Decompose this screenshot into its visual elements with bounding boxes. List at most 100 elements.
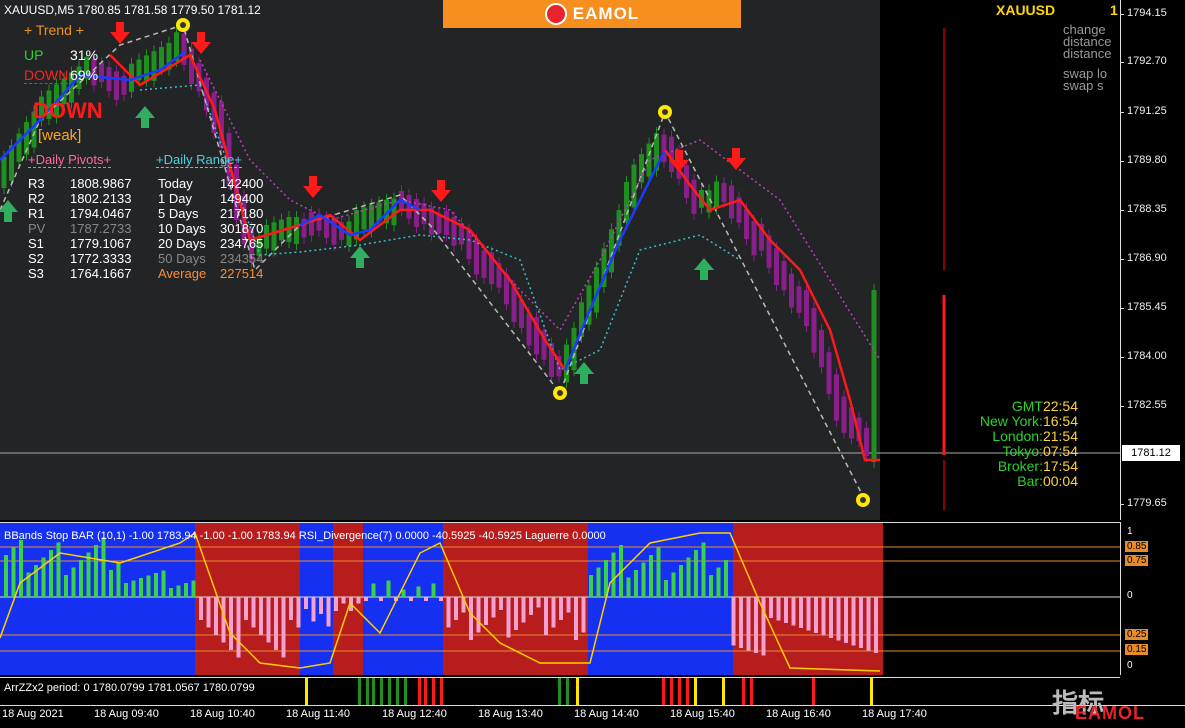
- histogram-bar: [656, 547, 661, 597]
- candle-body: [624, 182, 629, 223]
- sell-arrow-icon: [110, 22, 130, 44]
- clock-broker: Broker:17:54: [997, 458, 1078, 474]
- zigzag-bar: [380, 678, 383, 705]
- candle-body: [751, 221, 757, 256]
- histogram-bar: [266, 597, 271, 643]
- zigzag-bar: [432, 678, 435, 705]
- histogram-bar: [589, 575, 593, 597]
- histogram-bar: [874, 597, 878, 653]
- histogram-bar: [191, 580, 196, 597]
- histogram-bar: [641, 562, 646, 597]
- trend-down-label: DOWN: [24, 67, 69, 84]
- histogram-bar: [574, 597, 578, 640]
- candle-body: [789, 273, 794, 308]
- histogram-bar: [214, 597, 218, 635]
- pivot-name: PV: [28, 221, 46, 236]
- histogram-bar: [844, 597, 848, 643]
- histogram-bar: [836, 597, 841, 641]
- scale-tick: 1: [1127, 526, 1133, 537]
- time-label: 18 Aug 09:40: [94, 708, 159, 720]
- sell-arrow-icon: [431, 180, 451, 202]
- candle-body: [144, 55, 149, 81]
- range-value: 142400: [220, 176, 264, 191]
- histogram-bar: [206, 597, 211, 628]
- trend-up-label: UP: [24, 47, 44, 63]
- histogram-bar: [559, 597, 563, 620]
- range-name: 20 Days: [158, 236, 206, 251]
- candle-body: [811, 308, 817, 353]
- histogram-bar: [521, 597, 526, 623]
- histogram-bar: [544, 597, 548, 635]
- daily-range-title: +Daily Range+: [156, 152, 242, 168]
- pivot-value: 1787.2733: [70, 221, 132, 236]
- clock-gmt: GMT22:54: [1011, 398, 1078, 414]
- time-label: 18 Aug 17:40: [862, 708, 927, 720]
- price-tick: 1784.00: [1120, 350, 1167, 362]
- pivot-name: S3: [28, 266, 44, 281]
- zigzag-bar: [372, 678, 375, 705]
- histogram-bar: [281, 597, 286, 658]
- histogram-bar: [431, 583, 436, 597]
- scale-tick: 0.15: [1125, 644, 1149, 655]
- range-name: 5 Days: [158, 206, 199, 221]
- histogram-bar: [416, 586, 421, 597]
- histogram-bar: [694, 550, 698, 597]
- histogram-bar: [71, 567, 76, 597]
- histogram-bar: [799, 597, 803, 628]
- histogram-bar: [611, 552, 616, 597]
- buy-arrow-icon: [574, 362, 594, 384]
- histogram-bar: [476, 597, 481, 633]
- candle-body: [744, 209, 749, 239]
- candle-body: [841, 396, 847, 433]
- candle-body: [444, 210, 449, 235]
- range-value: 301870: [220, 221, 264, 236]
- candle-body: [819, 330, 824, 368]
- zigzag-bar: [404, 678, 407, 705]
- candle-body: [691, 179, 697, 214]
- scale-tick: 0: [1127, 660, 1133, 671]
- histogram-bar: [274, 597, 278, 650]
- trend-up-value: 31%: [70, 47, 99, 63]
- histogram-bar: [356, 597, 361, 604]
- pivot-value: 1808.9867: [70, 176, 132, 191]
- candle-body: [804, 290, 809, 326]
- clock-tokyo: Tokyo:07:54: [1002, 443, 1078, 459]
- histogram-bar: [731, 597, 736, 646]
- histogram-bar: [11, 547, 16, 597]
- pivot-value: 1779.1067: [70, 236, 132, 251]
- range-name: 1 Day: [158, 191, 192, 206]
- brand-banner: EAMOL: [443, 0, 741, 28]
- candle-body: [631, 164, 637, 208]
- histogram-bar: [814, 597, 818, 633]
- price-tick: 1786.90: [1120, 252, 1167, 264]
- histogram-bar: [446, 597, 451, 628]
- zigzag-bar: [686, 678, 689, 705]
- range-name: 50 Days: [158, 251, 206, 266]
- price-scale[interactable]: 1794.15 1792.70 1791.25 1789.80 1788.35 …: [1120, 0, 1185, 520]
- side-info-distance-2: distance: [1063, 46, 1112, 61]
- histogram-bar: [326, 597, 331, 627]
- histogram-bar: [401, 589, 406, 597]
- histogram-bar: [409, 597, 413, 601]
- histogram-bar: [424, 597, 428, 601]
- histogram-bar: [649, 555, 653, 597]
- price-tick: 1794.15: [1120, 7, 1167, 19]
- clock-new-york: New York:16:54: [979, 413, 1078, 429]
- buy-arrow-icon: [350, 246, 370, 268]
- trend-strength: [weak]: [38, 127, 82, 144]
- histogram-bar: [806, 597, 811, 631]
- histogram-bar: [469, 597, 473, 640]
- histogram-bar: [64, 575, 68, 597]
- price-tick: 1782.55: [1120, 399, 1167, 411]
- zigzag-bar: [396, 678, 399, 705]
- histogram-bar: [821, 597, 826, 636]
- histogram-bar: [296, 597, 301, 628]
- zigzag-bar: [678, 678, 681, 705]
- histogram-bar: [746, 597, 751, 651]
- symbol-digit: 1: [1110, 2, 1118, 18]
- histogram-bar: [859, 597, 863, 648]
- histogram-bar: [259, 597, 263, 635]
- histogram-bar: [169, 588, 173, 597]
- histogram-bar: [154, 573, 158, 597]
- histogram-bar: [776, 597, 781, 621]
